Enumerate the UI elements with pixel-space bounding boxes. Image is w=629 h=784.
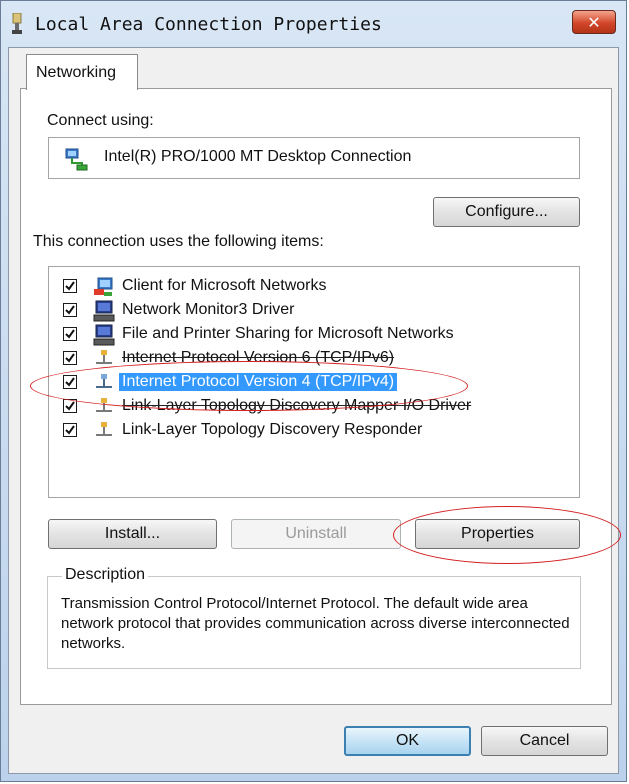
uninstall-button[interactable]: Uninstall bbox=[231, 519, 401, 549]
protocol-icon bbox=[96, 374, 112, 388]
check-icon bbox=[65, 425, 75, 435]
item-checkbox[interactable] bbox=[63, 399, 77, 413]
close-icon: ✕ bbox=[587, 12, 601, 32]
uninstall-label: Uninstall bbox=[285, 525, 347, 542]
list-item[interactable]: Internet Protocol Version 6 (TCP/IPv6) bbox=[49, 348, 579, 372]
network-client-icon bbox=[94, 277, 113, 296]
computer-icon bbox=[93, 324, 115, 346]
list-item[interactable]: Link-Layer Topology Discovery Mapper I/O… bbox=[49, 396, 579, 420]
network-adapter-icon bbox=[12, 13, 22, 34]
adapter-name: Intel(R) PRO/1000 MT Desktop Connection bbox=[104, 148, 412, 165]
computer-icon bbox=[93, 300, 115, 322]
cancel-label: Cancel bbox=[519, 732, 570, 749]
properties-label: Properties bbox=[461, 525, 534, 542]
check-icon bbox=[65, 281, 75, 291]
check-icon bbox=[65, 305, 75, 315]
item-checkbox[interactable] bbox=[63, 303, 77, 317]
item-checkbox[interactable] bbox=[63, 351, 77, 365]
description-text: Transmission Control Protocol/Internet P… bbox=[61, 595, 570, 652]
connect-using-label: Connect using: bbox=[47, 112, 154, 129]
item-checkbox[interactable] bbox=[63, 327, 77, 341]
item-checkbox[interactable] bbox=[63, 423, 77, 437]
title-bar[interactable]: Local Area Connection Properties ✕ bbox=[1, 1, 628, 47]
configure-button[interactable]: Configure... bbox=[433, 197, 580, 227]
item-checkbox[interactable] bbox=[63, 279, 77, 293]
list-item[interactable]: Client for Microsoft Networks bbox=[49, 276, 579, 300]
items-list[interactable]: Client for Microsoft Networks Network Mo… bbox=[48, 266, 580, 498]
check-icon bbox=[65, 353, 75, 363]
item-label: Link-Layer Topology Discovery Responder bbox=[122, 421, 423, 438]
item-label: Network Monitor3 Driver bbox=[122, 301, 295, 318]
item-label: File and Printer Sharing for Microsoft N… bbox=[122, 325, 454, 342]
install-button[interactable]: Install... bbox=[48, 519, 217, 549]
item-label: Link-Layer Topology Discovery Mapper I/O… bbox=[122, 397, 472, 414]
item-checkbox[interactable] bbox=[63, 375, 77, 389]
protocol-icon bbox=[96, 350, 112, 364]
window-title: Local Area Connection Properties bbox=[35, 14, 382, 35]
check-icon bbox=[65, 401, 75, 411]
item-label: Client for Microsoft Networks bbox=[122, 277, 327, 294]
check-icon bbox=[65, 329, 75, 339]
list-item[interactable]: Link-Layer Topology Discovery Responder bbox=[49, 420, 579, 444]
tab-networking[interactable]: Networking bbox=[26, 54, 138, 90]
list-item[interactable]: Network Monitor3 Driver bbox=[49, 300, 579, 324]
protocol-icon bbox=[96, 422, 112, 436]
ok-label: OK bbox=[395, 732, 420, 749]
tab-networking-label: Networking bbox=[36, 63, 117, 81]
adapter-box: Intel(R) PRO/1000 MT Desktop Connection bbox=[48, 137, 580, 179]
network-adapter-icon bbox=[65, 148, 88, 171]
description-legend: Description bbox=[62, 566, 149, 584]
protocol-icon bbox=[96, 398, 112, 412]
list-item[interactable]: Internet Protocol Version 4 (TCP/IPv4) bbox=[49, 372, 579, 396]
check-icon bbox=[65, 377, 75, 387]
description-group: Description Transmission Control Protoco… bbox=[47, 566, 581, 669]
properties-button[interactable]: Properties bbox=[415, 519, 580, 549]
item-label: Internet Protocol Version 4 (TCP/IPv4) bbox=[119, 373, 398, 391]
ok-button[interactable]: OK bbox=[344, 726, 471, 756]
close-button[interactable]: ✕ bbox=[572, 10, 616, 34]
configure-label: Configure... bbox=[465, 203, 548, 220]
list-item[interactable]: File and Printer Sharing for Microsoft N… bbox=[49, 324, 579, 348]
cancel-button[interactable]: Cancel bbox=[481, 726, 608, 756]
install-label: Install... bbox=[104, 525, 161, 542]
item-label: Internet Protocol Version 6 (TCP/IPv6) bbox=[122, 349, 395, 366]
items-label: This connection uses the following items… bbox=[33, 233, 324, 250]
